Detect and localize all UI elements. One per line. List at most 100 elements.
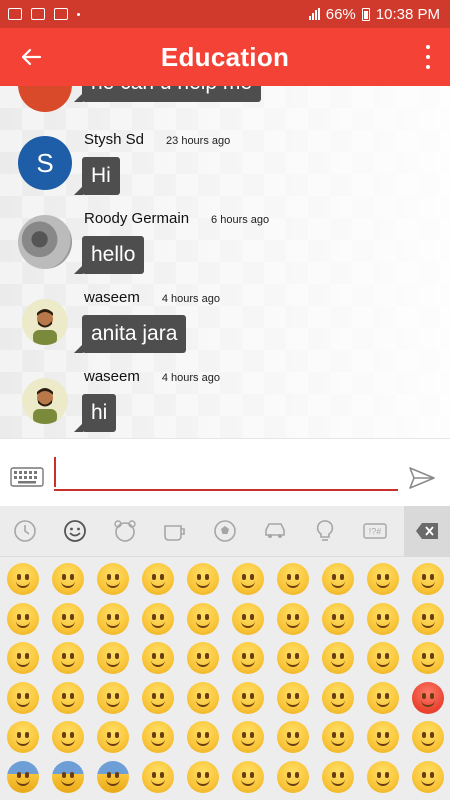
message-input[interactable] (54, 455, 398, 491)
emoji-key[interactable] (7, 563, 39, 595)
emoji-key[interactable] (142, 642, 174, 674)
backspace-icon (416, 523, 438, 539)
composer-bar (0, 438, 450, 506)
emoji-key[interactable] (322, 642, 354, 674)
emoji-key[interactable] (187, 681, 219, 714)
emoji-key[interactable] (142, 721, 174, 753)
emoji-key[interactable] (277, 681, 309, 714)
emoji-key[interactable] (7, 642, 39, 674)
emoji-key[interactable] (232, 760, 264, 793)
emoji-key[interactable] (322, 721, 354, 753)
emoji-key[interactable] (142, 760, 174, 793)
emoji-key[interactable] (187, 602, 219, 635)
emoji-key[interactable] (97, 642, 129, 674)
sender-name: Roody Germain (84, 210, 190, 227)
ball-icon[interactable] (212, 518, 238, 544)
emoji-key[interactable] (412, 563, 444, 595)
emoji-key[interactable] (232, 602, 264, 635)
sender-name: waseem (84, 368, 140, 385)
message-bubble: he can u help me (73, 86, 262, 102)
emoji-key[interactable] (52, 721, 84, 753)
emoji-key[interactable] (412, 602, 444, 635)
sender-name: Stysh Sd (84, 131, 145, 148)
avatar[interactable]: S (18, 136, 72, 190)
emoji-key[interactable] (412, 681, 444, 714)
more-notifications-icon (77, 12, 80, 16)
emoji-key[interactable] (7, 721, 39, 753)
emoji-key[interactable] (97, 602, 129, 635)
cup-icon[interactable] (162, 518, 188, 544)
emoji-key[interactable] (322, 681, 354, 714)
emoji-key[interactable] (322, 760, 354, 793)
emoji-key[interactable] (322, 563, 354, 595)
emoji-key[interactable] (97, 681, 129, 714)
message-meta: Roody Germain 6 hours ago (84, 210, 269, 227)
emoji-key[interactable] (232, 681, 264, 714)
emoji-key[interactable] (412, 721, 444, 753)
avatar[interactable] (18, 86, 72, 112)
emoji-key[interactable] (187, 642, 219, 674)
emoji-key[interactable] (7, 602, 39, 635)
emoji-key[interactable] (367, 642, 399, 674)
clock-icon[interactable] (12, 518, 38, 544)
emoji-key[interactable] (367, 721, 399, 753)
backspace-button[interactable] (404, 506, 450, 557)
bulb-icon[interactable] (312, 518, 338, 544)
emoji-key[interactable] (52, 681, 84, 714)
emoji-key[interactable] (97, 721, 129, 753)
emoji-key[interactable] (7, 681, 39, 714)
emoji-key[interactable] (412, 760, 444, 793)
emoji-key[interactable] (52, 760, 84, 793)
emoji-key[interactable] (187, 760, 219, 793)
emoji-key[interactable] (277, 602, 309, 635)
emoji-key[interactable] (277, 760, 309, 793)
emoji-key[interactable] (97, 760, 129, 793)
emoji-key[interactable] (412, 642, 444, 674)
emoji-key[interactable] (52, 642, 84, 674)
keyboard-icon[interactable] (10, 467, 44, 487)
emoji-key[interactable] (367, 681, 399, 714)
chat-message-list[interactable]: he can u help me S Stysh Sd 23 hours ago… (0, 86, 450, 438)
smiley-icon[interactable] (62, 518, 88, 544)
emoji-key[interactable] (97, 563, 129, 595)
emoji-key[interactable] (187, 563, 219, 595)
emoji-key[interactable] (232, 642, 264, 674)
message-meta: waseem 4 hours ago (84, 368, 220, 385)
emoji-category-tabs: !?# (0, 506, 450, 557)
send-icon[interactable] (408, 466, 436, 490)
emoji-key[interactable] (7, 760, 39, 793)
emoji-key[interactable] (142, 681, 174, 714)
emoji-key[interactable] (52, 563, 84, 595)
emoji-key[interactable] (277, 642, 309, 674)
emoji-key[interactable] (322, 602, 354, 635)
emoji-key[interactable] (277, 563, 309, 595)
message-bubble: hi (73, 394, 117, 432)
emoji-key[interactable] (367, 602, 399, 635)
avatar[interactable] (18, 215, 72, 269)
emoji-key[interactable] (142, 563, 174, 595)
emoji-key[interactable] (232, 563, 264, 595)
avatar[interactable] (22, 299, 68, 345)
emoji-key[interactable] (367, 563, 399, 595)
notification-icons (0, 8, 80, 20)
status-bar: 66% 10:38 PM (0, 0, 450, 28)
animal-icon[interactable] (112, 518, 138, 544)
emoji-key[interactable] (187, 721, 219, 753)
emoji-key[interactable] (232, 721, 264, 753)
avatar[interactable] (22, 378, 68, 424)
emoji-key[interactable] (367, 760, 399, 793)
emoji-key[interactable] (277, 721, 309, 753)
car-icon[interactable] (262, 518, 288, 544)
message-time: 4 hours ago (161, 372, 220, 384)
symbols-icon[interactable]: !?# (362, 518, 388, 544)
emoji-keyboard: !?# (0, 506, 450, 800)
clock-time: 10:38 PM (375, 5, 440, 23)
battery-percent: 66% (325, 5, 356, 23)
emoji-key[interactable] (142, 602, 174, 635)
sender-name: waseem (84, 289, 140, 306)
arrow-left-icon[interactable] (16, 42, 46, 72)
text-caret (54, 457, 56, 487)
emoji-key[interactable] (52, 602, 84, 635)
page-title: Education (160, 41, 290, 72)
more-vertical-icon[interactable] (424, 45, 432, 69)
